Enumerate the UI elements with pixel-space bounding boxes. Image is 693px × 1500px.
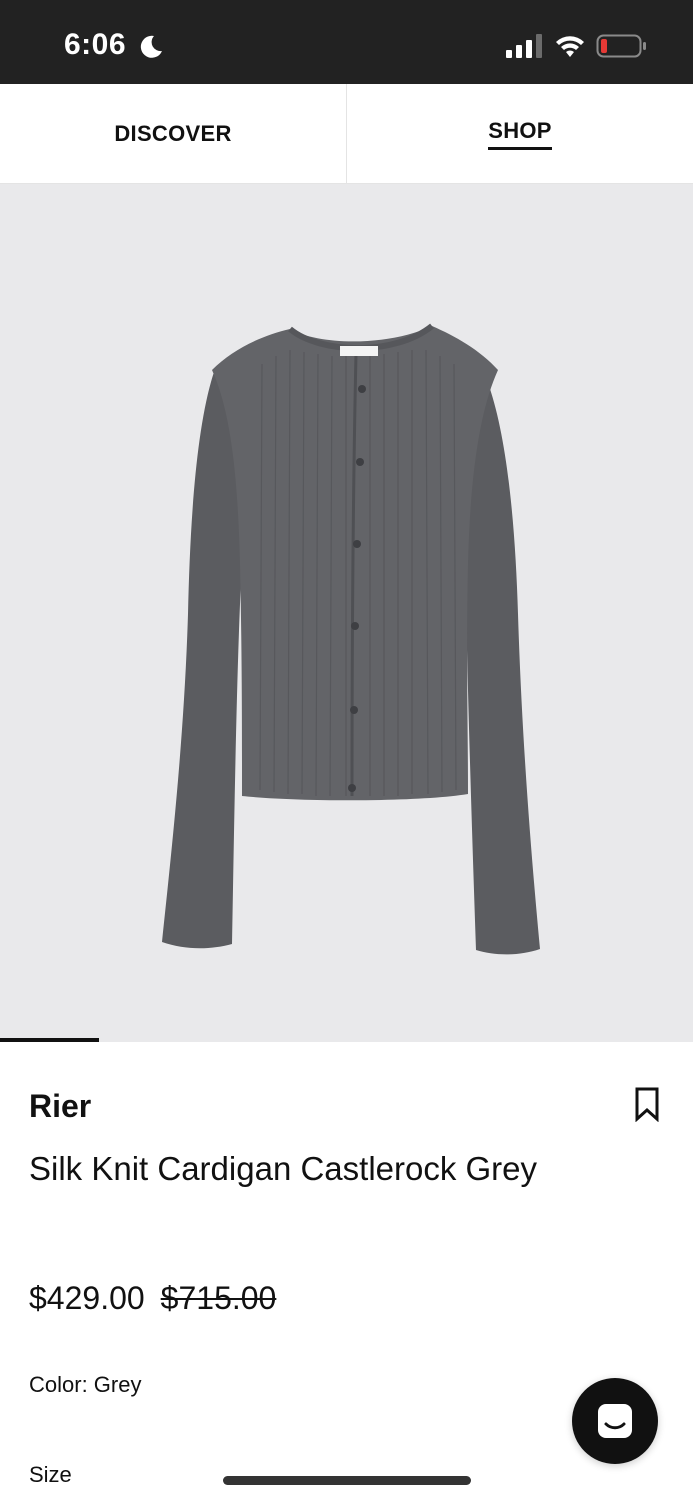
cellular-signal-icon <box>506 34 542 58</box>
brand-name[interactable]: Rier <box>29 1088 91 1125</box>
product-page: 6:06 DISCOVER SHOP Rier Silk Knit Cardig… <box>0 0 693 1500</box>
moon-icon <box>140 35 162 58</box>
bookmark-icon[interactable] <box>632 1086 662 1122</box>
status-time: 6:06 <box>64 28 127 61</box>
battery-low-icon <box>596 34 646 58</box>
home-indicator <box>223 1476 471 1485</box>
status-bar: 6:06 <box>0 0 693 84</box>
tab-discover[interactable]: DISCOVER <box>0 84 347 183</box>
price-row: $429.00 $715.00 <box>29 1280 276 1317</box>
size-label: Size <box>29 1462 72 1487</box>
product-image <box>162 323 540 955</box>
original-price: $715.00 <box>160 1280 277 1316</box>
color-label: Color: Grey <box>29 1372 142 1397</box>
tab-shop-label: SHOP <box>488 118 552 150</box>
chat-icon <box>598 1404 632 1438</box>
product-title: Silk Knit Cardigan Castlerock Grey <box>29 1150 538 1187</box>
carousel-indicator <box>0 1038 99 1042</box>
top-tab-bar: DISCOVER SHOP <box>0 84 693 184</box>
wifi-icon <box>556 36 584 57</box>
chat-button[interactable] <box>572 1378 658 1464</box>
sale-price: $429.00 <box>29 1280 145 1316</box>
product-image-carousel[interactable] <box>0 184 693 1042</box>
tab-shop[interactable]: SHOP <box>347 84 693 183</box>
tab-discover-label: DISCOVER <box>114 120 232 146</box>
